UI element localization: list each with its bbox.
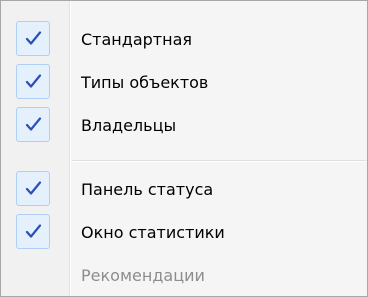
- menu-item-label: Типы объектов: [81, 73, 209, 92]
- menu-separator-highlight: [72, 161, 367, 162]
- menu-item-recommendations: Рекомендации: [1, 255, 367, 296]
- menu-item-label: Окно статистики: [81, 223, 225, 242]
- menu-item-standard[interactable]: Стандартная: [1, 19, 367, 60]
- checkmark-icon: [16, 64, 50, 99]
- checkmark-icon: [16, 21, 50, 56]
- menu-item-statistics-window[interactable]: Окно статистики: [1, 212, 367, 253]
- context-menu: Стандартная Типы объектов Владельцы Пане…: [0, 0, 368, 297]
- menu-item-label: Стандартная: [81, 30, 192, 49]
- menu-item-label: Рекомендации: [81, 266, 205, 285]
- checkmark-icon: [16, 171, 50, 206]
- checkmark-icon: [16, 214, 50, 249]
- menu-item-status-bar[interactable]: Панель статуса: [1, 169, 367, 210]
- checkmark-icon: [16, 107, 50, 142]
- menu-item-label: Владельцы: [81, 116, 177, 135]
- menu-item-object-types[interactable]: Типы объектов: [1, 62, 367, 103]
- menu-item-label: Панель статуса: [81, 180, 214, 199]
- menu-item-owners[interactable]: Владельцы: [1, 105, 367, 146]
